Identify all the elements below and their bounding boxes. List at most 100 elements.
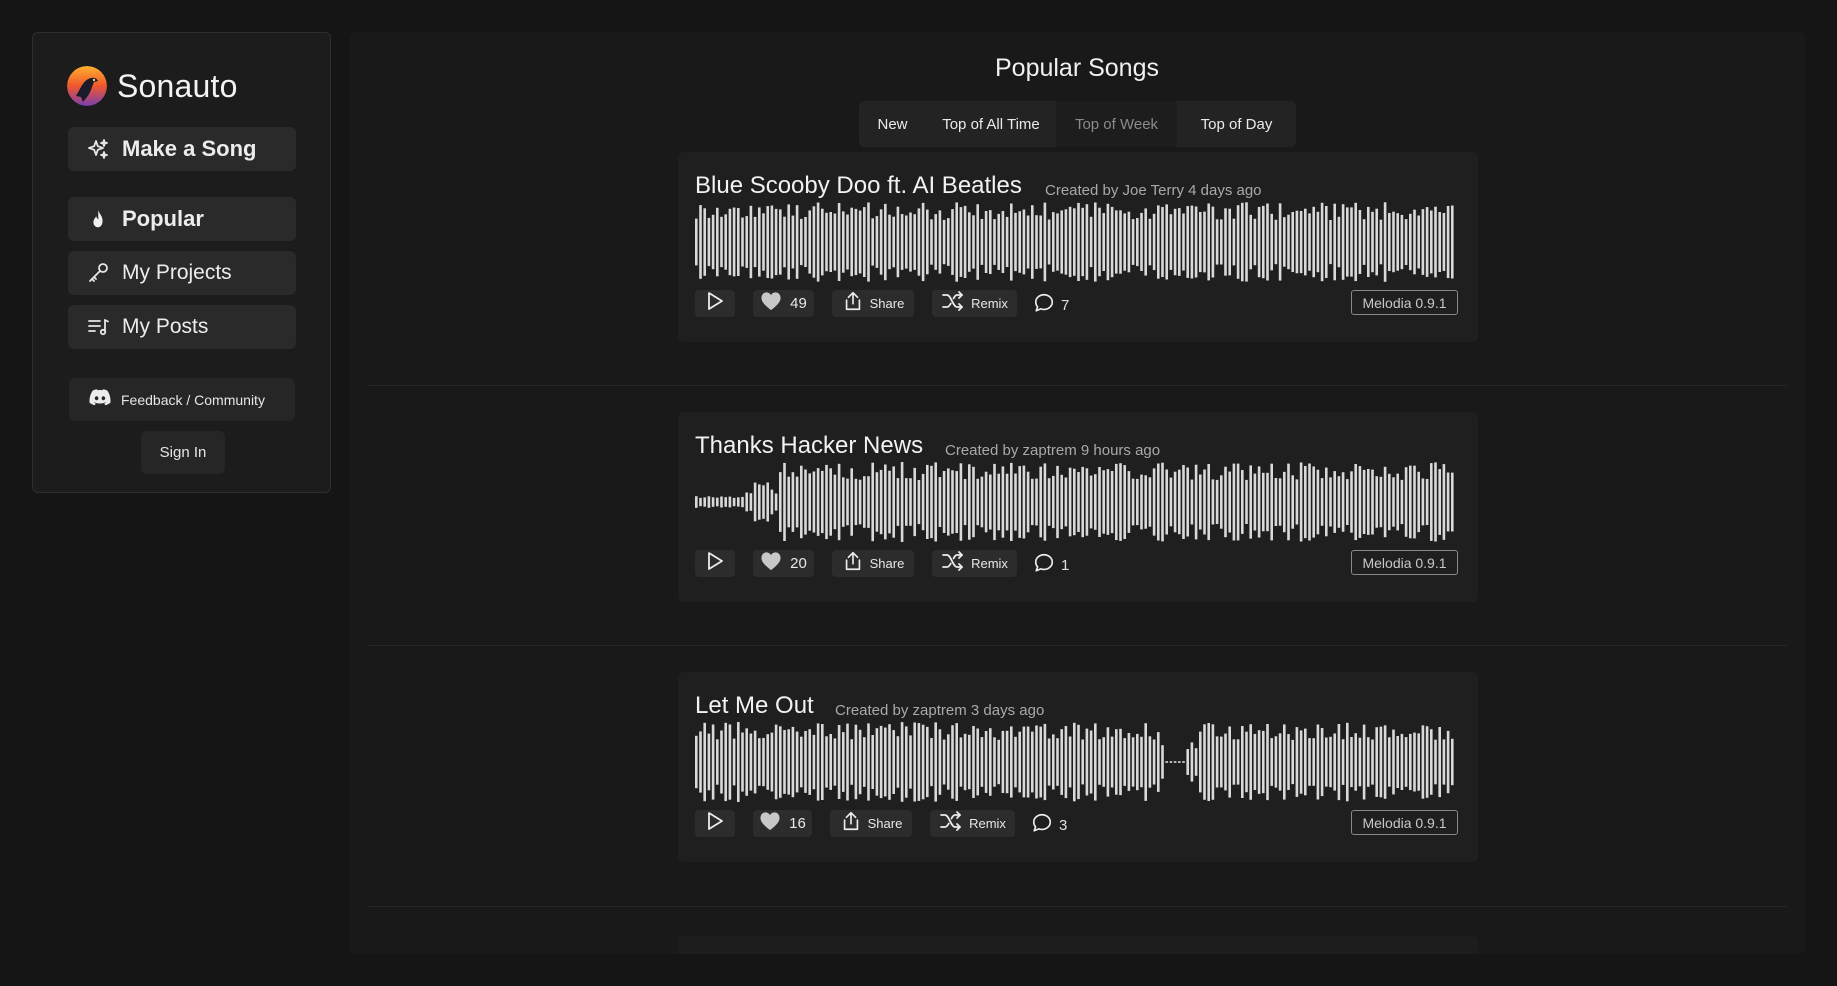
- like-button[interactable]: 20: [753, 550, 814, 577]
- make-a-song-button[interactable]: Make a Song: [68, 127, 296, 171]
- waveform-bar: [791, 215, 795, 269]
- play-button[interactable]: [695, 550, 735, 577]
- waveform-bar: [1215, 219, 1219, 265]
- waveform-bar: [1169, 761, 1173, 763]
- tab-top-of-week[interactable]: Top of Week: [1056, 101, 1177, 147]
- tab-new[interactable]: New: [859, 101, 926, 147]
- comments-button[interactable]: 3: [1031, 812, 1067, 839]
- waveform-bar: [1430, 729, 1433, 795]
- tab-top-of-all-time[interactable]: Top of All Time: [926, 101, 1056, 147]
- waveform-bar: [1018, 466, 1021, 538]
- waveform-bar: [779, 472, 782, 532]
- waveform-bar: [1249, 465, 1252, 539]
- play-button[interactable]: [695, 810, 735, 837]
- share-button[interactable]: Share: [832, 550, 914, 577]
- comments-button[interactable]: 7: [1033, 292, 1069, 319]
- like-button[interactable]: 49: [753, 290, 814, 317]
- heart-icon: [759, 811, 781, 836]
- waveform-bar: [926, 726, 929, 798]
- remix-button[interactable]: Remix: [932, 550, 1017, 577]
- waveform-bar: [863, 476, 866, 528]
- waveform-bar: [1236, 463, 1240, 541]
- waveform-bar: [1299, 730, 1303, 794]
- waveform-bar: [1283, 724, 1286, 800]
- tab-top-of-day[interactable]: Top of Day: [1177, 101, 1296, 147]
- waveform-bar: [753, 216, 757, 268]
- waveform-bar: [1026, 726, 1030, 798]
- waveform-bar: [917, 480, 921, 525]
- waveform-bar: [808, 729, 811, 795]
- share-label: Share: [867, 816, 903, 831]
- waveform-bar: [762, 213, 765, 271]
- sign-in-button[interactable]: Sign In: [141, 431, 225, 474]
- share-button[interactable]: Share: [830, 810, 912, 837]
- waveform-bar: [1253, 733, 1257, 790]
- waveform-bar: [1207, 464, 1210, 541]
- waveform-bar: [1110, 471, 1114, 534]
- waveform-bar: [829, 734, 832, 790]
- sidebar-item-label: Popular: [122, 206, 204, 231]
- waveform-bar: [850, 739, 853, 785]
- waveform-bar: [976, 204, 979, 280]
- waveform-bar: [955, 202, 958, 282]
- waveform-bar: [1123, 465, 1126, 539]
- waveform[interactable]: [695, 202, 1458, 282]
- waveform-bar: [1068, 736, 1072, 788]
- waveform-bar: [909, 735, 912, 789]
- remix-button[interactable]: Remix: [932, 290, 1017, 317]
- waveform-bar: [1081, 739, 1084, 785]
- waveform-bar: [816, 468, 820, 536]
- song-title[interactable]: Let Me Out: [695, 692, 814, 720]
- waveform-bar: [1341, 739, 1345, 785]
- like-button[interactable]: 16: [753, 810, 812, 837]
- waveform[interactable]: [695, 462, 1458, 542]
- waveform-bar: [1375, 727, 1378, 797]
- waveform-bar: [787, 729, 790, 795]
- waveform-bar: [867, 202, 870, 282]
- waveform-bar: [821, 470, 824, 534]
- brand[interactable]: Sonauto: [67, 66, 238, 106]
- waveform-bar: [1035, 725, 1038, 799]
- waveform-bar: [1039, 466, 1042, 538]
- waveform-bar: [1404, 219, 1408, 265]
- waveform[interactable]: [695, 722, 1458, 802]
- waveform-bar: [1131, 219, 1135, 265]
- waveform-bar: [909, 212, 912, 272]
- waveform-bar: [909, 478, 912, 526]
- waveform-bar: [1026, 215, 1030, 269]
- waveform-bar: [858, 479, 862, 525]
- share-label: Share: [869, 296, 905, 311]
- waveform-bar: [1312, 466, 1315, 538]
- play-button[interactable]: [695, 290, 735, 317]
- waveform-bar: [1127, 733, 1131, 791]
- waveform-bar: [934, 462, 937, 542]
- waveform-bar: [1383, 202, 1387, 282]
- waveform-bar: [959, 207, 963, 277]
- sidebar-item-popular[interactable]: Popular: [68, 197, 296, 241]
- waveform-bar: [1241, 726, 1244, 798]
- share-button[interactable]: Share: [832, 290, 914, 317]
- waveform-bar: [968, 212, 971, 272]
- sidebar-item-my-posts[interactable]: My Posts: [68, 305, 296, 349]
- feedback-community-button[interactable]: Feedback / Community: [69, 378, 295, 421]
- waveform-bar: [720, 730, 723, 794]
- waveform-bar: [947, 218, 950, 266]
- waveform-bar: [1215, 479, 1219, 524]
- waveform-bar: [942, 739, 946, 785]
- waveform-bar: [1068, 206, 1072, 278]
- waveform-bar: [1068, 467, 1072, 537]
- waveform-bar: [842, 477, 845, 527]
- waveform-bar: [1144, 208, 1147, 276]
- song-title[interactable]: Blue Scooby Doo ft. AI Beatles: [695, 172, 1022, 200]
- song-title[interactable]: Thanks Hacker News: [695, 432, 923, 460]
- waveform-bar: [1073, 468, 1076, 536]
- waveform-bar: [900, 214, 904, 270]
- sidebar-item-my-projects[interactable]: My Projects: [68, 251, 296, 295]
- waveform-bar: [1073, 208, 1076, 276]
- waveform-bar: [850, 207, 853, 277]
- waveform-bar: [879, 469, 883, 535]
- waveform-bar: [724, 497, 727, 507]
- remix-button[interactable]: Remix: [930, 810, 1015, 837]
- comments-button[interactable]: 1: [1033, 552, 1069, 579]
- waveform-bar: [1383, 466, 1387, 538]
